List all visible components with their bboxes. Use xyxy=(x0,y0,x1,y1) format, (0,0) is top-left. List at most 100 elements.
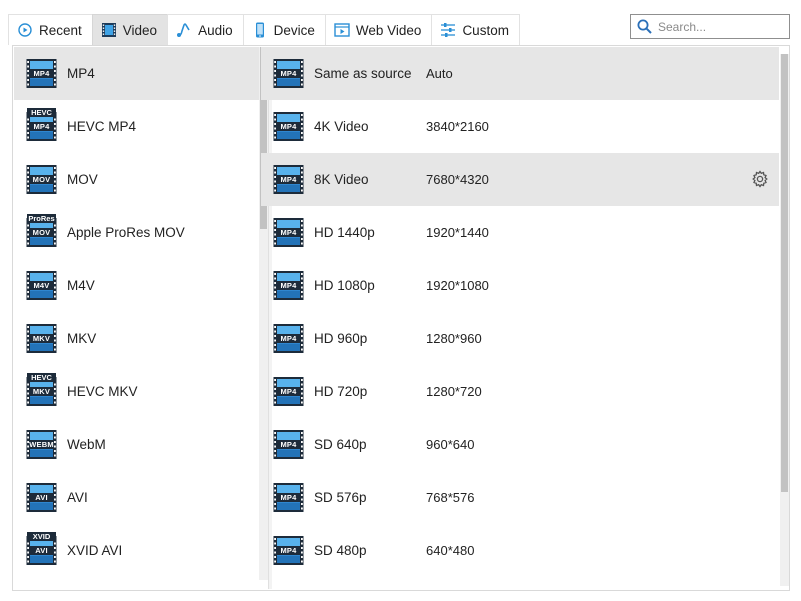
format-badge-text: MP4 xyxy=(33,69,50,78)
video-format-icon: MP4 xyxy=(273,482,304,513)
search-box[interactable] xyxy=(630,14,790,39)
tab-web-video[interactable]: Web Video xyxy=(324,14,433,45)
preset-name: Same as source xyxy=(314,66,412,81)
format-badge-text: MOV xyxy=(32,228,51,237)
tab-label: Audio xyxy=(198,22,233,38)
video-film-icon xyxy=(101,22,117,38)
phone-icon xyxy=(252,22,268,38)
scrollbar-thumb[interactable] xyxy=(781,54,788,492)
tab-audio[interactable]: Audio xyxy=(167,14,244,45)
video-format-icon: MP4 HEVC xyxy=(26,108,57,142)
preset-item-sd-640p[interactable]: MP4 SD 640p 960*640 xyxy=(261,418,779,471)
format-label: MKV xyxy=(67,331,97,346)
search-input[interactable] xyxy=(658,19,783,34)
preset-resolution: 1280*960 xyxy=(426,331,482,346)
format-badge-top-text: XVID xyxy=(27,532,56,541)
video-format-icon: MP4 xyxy=(273,376,304,407)
format-badge-text: MP4 xyxy=(280,228,297,237)
format-badge-text: MP4 xyxy=(280,69,297,78)
preset-resolution: 640*480 xyxy=(426,543,475,558)
preset-item-sd-480p[interactable]: MP4 SD 480p 640*480 xyxy=(261,524,779,577)
video-format-icon: MP4 xyxy=(273,217,304,248)
format-badge-text: MP4 xyxy=(33,122,50,131)
format-badge-text: MP4 xyxy=(280,493,297,502)
tab-video[interactable]: Video xyxy=(91,14,169,45)
preset-item-hd-720p[interactable]: MP4 HD 720p 1280*720 xyxy=(261,365,779,418)
format-label: WebM xyxy=(67,437,106,452)
preset-item-hd-1440p[interactable]: MP4 HD 1440p 1920*1440 xyxy=(261,206,779,259)
video-format-icon: MP4 xyxy=(26,58,57,89)
format-item-mp4[interactable]: MP4 MP4 xyxy=(14,47,260,100)
format-item-mkv[interactable]: MKV MKV xyxy=(14,312,260,365)
preset-resolution: 3840*2160 xyxy=(426,119,489,134)
format-label: HEVC MP4 xyxy=(67,119,137,134)
preset-list: MP4 Same as source Auto MP4 4K Video 3840*216… xyxy=(261,47,779,589)
preset-resolution: 768*576 xyxy=(426,490,475,505)
tab-device[interactable]: Device xyxy=(242,14,326,45)
format-item-mov[interactable]: MOV MOV xyxy=(14,153,260,206)
preset-name: SD 576p xyxy=(314,490,367,505)
video-format-icon: MKV HEVC xyxy=(26,373,57,407)
preset-resolution: 1920*1440 xyxy=(426,225,489,240)
format-picker-panel: MP4 MP4 MP4 HEVC HEVC MP4 MOV MOV MOV ProRes Appl… xyxy=(12,45,790,591)
format-badge-text: MP4 xyxy=(280,122,297,131)
video-format-icon: MP4 xyxy=(273,111,304,142)
format-badge-text: MKV xyxy=(32,387,51,396)
preset-resolution: 7680*4320 xyxy=(426,172,489,187)
tab-label: Video xyxy=(122,22,158,38)
format-item-webm[interactable]: WEBM WebM xyxy=(14,418,260,471)
preset-item-8k-video[interactable]: MP4 8K Video 7680*4320 xyxy=(261,153,779,206)
preset-item-sd-576p[interactable]: MP4 SD 576p 768*576 xyxy=(261,471,779,524)
format-badge-text: MP4 xyxy=(280,440,297,449)
audio-note-icon xyxy=(176,22,192,38)
format-badge-top-text: HEVC xyxy=(27,108,56,117)
format-label: MP4 xyxy=(67,66,95,81)
tab-label: Device xyxy=(273,22,315,38)
preset-name: SD 480p xyxy=(314,543,367,558)
format-badge-text: WEBM xyxy=(29,440,54,449)
gear-icon[interactable] xyxy=(751,170,769,188)
preset-list-scrollbar[interactable] xyxy=(780,54,789,586)
format-badge-text: MOV xyxy=(32,175,51,184)
video-format-icon: MKV xyxy=(26,323,57,354)
video-format-icon: MP4 xyxy=(273,270,304,301)
video-format-icon: MP4 xyxy=(273,429,304,460)
format-label: AVI xyxy=(67,490,88,505)
sliders-icon xyxy=(440,22,456,38)
preset-item-same-as-source[interactable]: MP4 Same as source Auto xyxy=(261,47,779,100)
video-format-icon: AVI xyxy=(26,482,57,513)
format-item-xvid-avi[interactable]: AVI XVID XVID AVI xyxy=(14,524,260,577)
format-label: MOV xyxy=(67,172,98,187)
preset-item-hd-960p[interactable]: MP4 HD 960p 1280*960 xyxy=(261,312,779,365)
format-badge-text: MP4 xyxy=(280,175,297,184)
preset-name: 4K Video xyxy=(314,119,369,134)
format-label: Apple ProRes MOV xyxy=(67,225,185,240)
video-format-icon: MP4 xyxy=(273,164,304,195)
format-item-m4v[interactable]: M4V M4V xyxy=(14,259,260,312)
preset-name: HD 1440p xyxy=(314,225,375,240)
format-badge-text: MP4 xyxy=(280,387,297,396)
video-format-icon: WEBM xyxy=(26,429,57,460)
format-list: MP4 MP4 MP4 HEVC HEVC MP4 MOV MOV MOV ProRes Appl… xyxy=(14,47,260,589)
format-item-hevc-mkv[interactable]: MKV HEVC HEVC MKV xyxy=(14,365,260,418)
tab-custom[interactable]: Custom xyxy=(431,14,520,45)
format-badge-top-text: HEVC xyxy=(27,373,56,382)
preset-name: SD 640p xyxy=(314,437,367,452)
preset-resolution: 1280*720 xyxy=(426,384,482,399)
preset-name: 8K Video xyxy=(314,172,369,187)
format-label: M4V xyxy=(67,278,95,293)
format-item-hevc-mp4[interactable]: MP4 HEVC HEVC MP4 xyxy=(14,100,260,153)
format-badge-text: MP4 xyxy=(280,546,297,555)
format-badge-text: M4V xyxy=(33,281,50,290)
format-item-avi[interactable]: AVI AVI xyxy=(14,471,260,524)
tab-label: Recent xyxy=(39,22,82,38)
format-badge-top-text: ProRes xyxy=(27,214,56,223)
preset-resolution: Auto xyxy=(426,66,453,81)
search-icon xyxy=(637,19,652,34)
preset-item-4k-video[interactable]: MP4 4K Video 3840*2160 xyxy=(261,100,779,153)
tab-recent[interactable]: Recent xyxy=(8,14,93,45)
video-format-icon: MOV xyxy=(26,164,57,195)
format-item-apple-prores-mov[interactable]: MOV ProRes Apple ProRes MOV xyxy=(14,206,260,259)
preset-name: HD 720p xyxy=(314,384,368,399)
preset-item-hd-1080p[interactable]: MP4 HD 1080p 1920*1080 xyxy=(261,259,779,312)
